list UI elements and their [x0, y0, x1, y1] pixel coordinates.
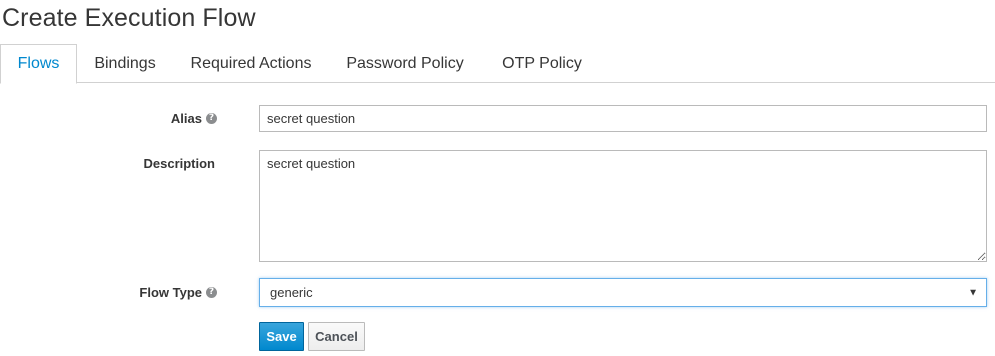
save-button[interactable]: Save	[259, 322, 304, 351]
flow-type-label-text: Flow Type	[139, 284, 202, 300]
description-label-text: Description	[143, 155, 215, 171]
tab-flows[interactable]: Flows	[0, 44, 77, 84]
description-label: Description	[60, 153, 215, 173]
tab-bar: Flows Bindings Required Actions Password…	[0, 44, 995, 84]
flow-type-select[interactable]: generic ▼	[259, 278, 987, 307]
help-icon[interactable]: ?	[206, 286, 217, 298]
flow-type-label: Flow Type ?	[60, 282, 217, 302]
alias-input[interactable]	[259, 105, 987, 132]
alias-label: Alias ?	[60, 108, 217, 128]
caret-down-icon: ▼	[968, 287, 978, 298]
tab-password-policy[interactable]: Password Policy	[329, 44, 481, 83]
flow-type-selected-value: generic	[270, 285, 313, 300]
description-textarea[interactable]: secret question	[259, 150, 987, 262]
page-title: Create Execution Flow	[2, 4, 256, 32]
tab-bindings[interactable]: Bindings	[77, 44, 173, 83]
tab-required-actions[interactable]: Required Actions	[173, 44, 329, 83]
alias-label-text: Alias	[170, 110, 202, 126]
cancel-button[interactable]: Cancel	[308, 322, 365, 351]
tab-otp-policy[interactable]: OTP Policy	[481, 44, 603, 83]
help-icon[interactable]: ?	[206, 112, 217, 124]
